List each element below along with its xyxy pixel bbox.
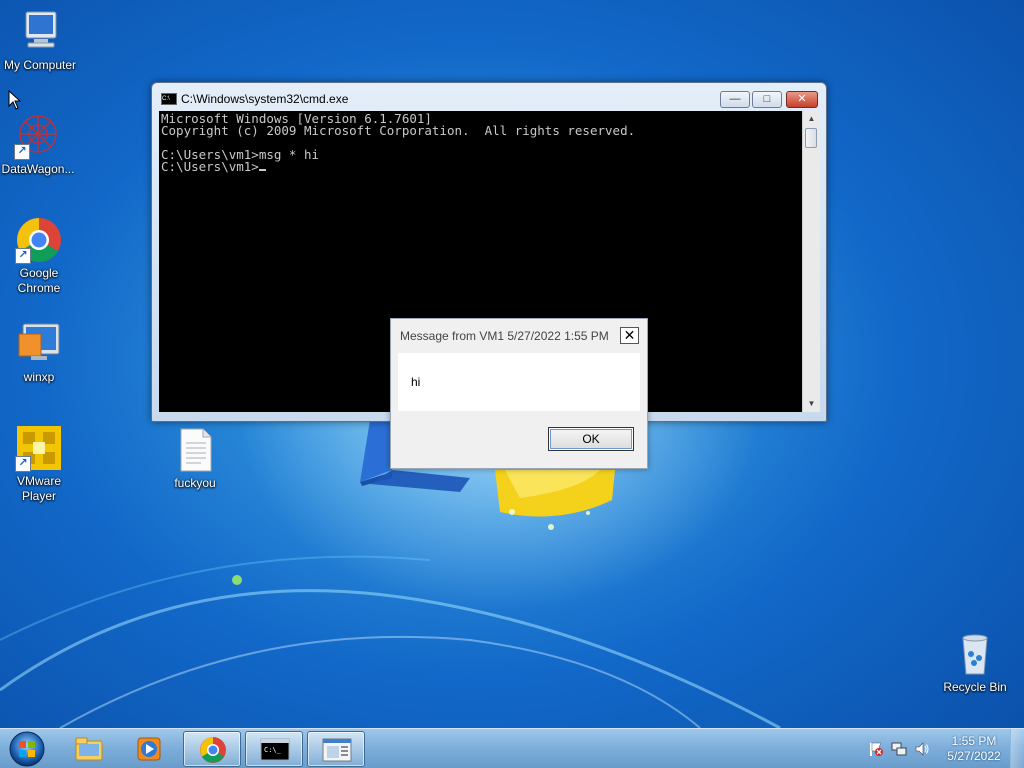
desktop-icon-label: Recycle Bin bbox=[943, 680, 1007, 694]
shortcut-arrow-icon: ↗ bbox=[15, 248, 31, 264]
scroll-up-arrow-icon[interactable]: ▲ bbox=[803, 111, 820, 127]
desktop-icon-winxp[interactable]: winxp bbox=[0, 320, 79, 385]
start-button[interactable] bbox=[4, 730, 50, 768]
console-history: Microsoft Windows [Version 6.1.7601] Cop… bbox=[161, 111, 636, 162]
shortcut-arrow-icon: ↗ bbox=[14, 144, 30, 160]
desktop-icon-label: Google Chrome bbox=[17, 266, 61, 295]
vertical-scrollbar[interactable]: ▲ ▼ bbox=[802, 111, 820, 412]
media-player-icon bbox=[137, 737, 161, 761]
ok-button[interactable]: OK bbox=[548, 427, 634, 451]
datawagon-icon: ↗ bbox=[14, 112, 62, 160]
vmware-player-icon: ↗ bbox=[15, 424, 63, 472]
dialog-message-text: hi bbox=[411, 375, 421, 389]
text-cursor-icon bbox=[258, 169, 266, 171]
clock-time: 1:55 PM bbox=[951, 734, 997, 748]
desktop[interactable]: My Computer ↗ DataWagon... ↗ Google Chro… bbox=[0, 0, 1024, 768]
mouse-pointer-icon bbox=[8, 90, 22, 110]
desktop-icon-google-chrome[interactable]: ↗ Google Chrome bbox=[0, 216, 79, 296]
close-button[interactable]: ✕ bbox=[786, 91, 818, 108]
clock-date: 5/27/2022 bbox=[947, 749, 1001, 763]
taskbar: C:\_ 1:55 PM 5/27/2022 bbox=[0, 728, 1024, 768]
desktop-icon-label: VMware Player bbox=[16, 474, 61, 503]
windows-orb-icon bbox=[9, 731, 45, 767]
text-file-icon bbox=[171, 426, 219, 474]
window-icon bbox=[322, 738, 352, 762]
desktop-icon-label: DataWagon... bbox=[1, 162, 75, 176]
chrome-icon: ↗ bbox=[15, 216, 63, 264]
svg-text:C:\_: C:\_ bbox=[264, 746, 282, 754]
cmd-app-icon: C:\ bbox=[161, 93, 177, 105]
scrollbar-thumb[interactable] bbox=[805, 128, 817, 148]
cmd-titlebar[interactable]: C:\ C:\Windows\system32\cmd.exe — □ ✕ bbox=[152, 83, 826, 111]
command-prompt-icon: C:\_ bbox=[260, 738, 290, 761]
desktop-icon-datawagon[interactable]: ↗ DataWagon... bbox=[0, 112, 78, 177]
winxp-vm-icon bbox=[15, 320, 63, 368]
network-icon[interactable] bbox=[891, 741, 907, 757]
taskbar-command-prompt[interactable]: C:\_ bbox=[245, 731, 303, 767]
system-tray: 1:55 PM 5/27/2022 bbox=[862, 729, 1024, 768]
scroll-down-arrow-icon[interactable]: ▼ bbox=[803, 396, 820, 412]
console-text: Microsoft Windows [Version 6.1.7601] Cop… bbox=[159, 111, 802, 175]
taskbar-message-window[interactable] bbox=[307, 731, 365, 767]
show-desktop-button[interactable] bbox=[1010, 729, 1024, 768]
cmd-window-title: C:\Windows\system32\cmd.exe bbox=[181, 92, 349, 106]
taskbar-media-player[interactable] bbox=[120, 731, 178, 767]
message-dialog[interactable]: Message from VM1 5/27/2022 1:55 PM ✕ hi … bbox=[390, 318, 648, 469]
folder-icon bbox=[75, 737, 103, 761]
desktop-icon-recycle-bin[interactable]: Recycle Bin bbox=[935, 630, 1015, 695]
taskbar-clock[interactable]: 1:55 PM 5/27/2022 bbox=[944, 734, 1004, 764]
desktop-icon-label: My Computer bbox=[3, 58, 77, 72]
desktop-icon-my-computer[interactable]: My Computer bbox=[0, 8, 80, 73]
desktop-icon-label: fuckyou bbox=[174, 476, 216, 490]
volume-icon[interactable] bbox=[914, 741, 930, 757]
desktop-icon-vmware-player[interactable]: ↗ VMware Player bbox=[0, 424, 79, 504]
taskbar-windows-explorer[interactable] bbox=[60, 731, 118, 767]
dialog-title: Message from VM1 5/27/2022 1:55 PM bbox=[400, 329, 609, 343]
console-prompt: C:\Users\vm1> bbox=[161, 159, 259, 174]
console-prompt-line: C:\Users\vm1> bbox=[161, 159, 800, 174]
dialog-message-area: hi bbox=[398, 353, 640, 411]
dialog-close-button[interactable]: ✕ bbox=[620, 327, 639, 344]
taskbar-google-chrome[interactable] bbox=[183, 731, 241, 767]
chrome-icon bbox=[200, 737, 226, 763]
my-computer-icon bbox=[16, 8, 64, 56]
action-center-flag-icon[interactable] bbox=[868, 741, 884, 757]
shortcut-arrow-icon: ↗ bbox=[15, 456, 31, 472]
desktop-icon-label: winxp bbox=[23, 370, 55, 384]
desktop-icon-text-file[interactable]: fuckyou bbox=[155, 426, 235, 491]
maximize-button[interactable]: □ bbox=[752, 91, 782, 108]
recycle-bin-icon bbox=[951, 630, 999, 678]
minimize-button[interactable]: — bbox=[720, 91, 750, 108]
